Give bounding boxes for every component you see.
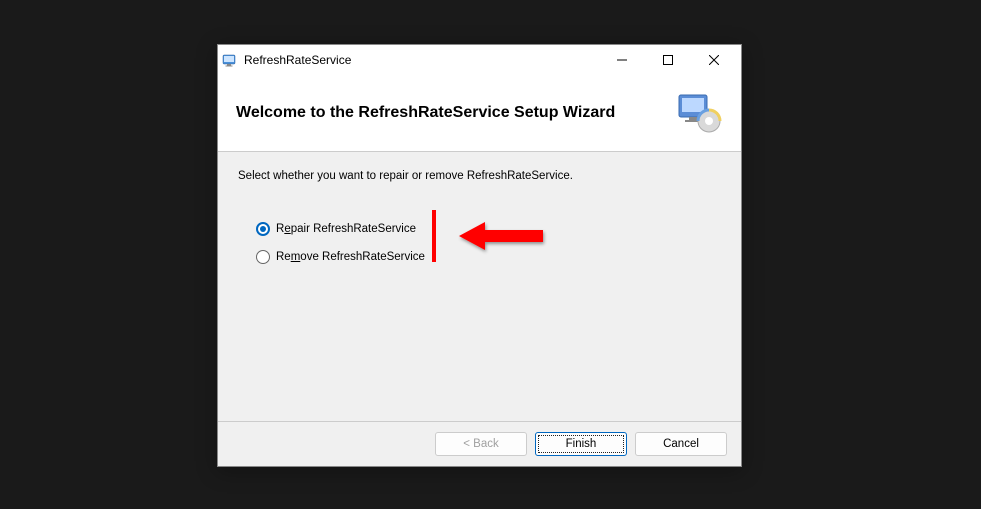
setup-wizard-dialog: RefreshRateService Welcome to the Refres… <box>217 44 742 467</box>
titlebar: RefreshRateService <box>218 45 741 75</box>
app-icon <box>222 52 238 68</box>
wizard-header: Welcome to the RefreshRateService Setup … <box>218 75 741 152</box>
radio-label-remove: Remove RefreshRateService <box>276 251 425 263</box>
wizard-footer: < Back Finish Cancel <box>218 421 741 466</box>
close-button[interactable] <box>691 45 737 75</box>
wizard-content: Select whether you want to repair or rem… <box>218 152 741 421</box>
options-group: Repair RefreshRateService Remove Refresh… <box>238 222 721 264</box>
radio-input-repair[interactable] <box>256 222 270 236</box>
wizard-title: Welcome to the RefreshRateService Setup … <box>236 104 615 122</box>
radio-label-repair: Repair RefreshRateService <box>276 223 416 235</box>
cancel-button[interactable]: Cancel <box>635 432 727 456</box>
window-controls <box>599 45 737 75</box>
minimize-button[interactable] <box>599 45 645 75</box>
maximize-button[interactable] <box>645 45 691 75</box>
annotation-bar <box>432 210 436 262</box>
radio-remove[interactable]: Remove RefreshRateService <box>256 250 721 264</box>
back-button: < Back <box>435 432 527 456</box>
finish-button[interactable]: Finish <box>535 432 627 456</box>
radio-input-remove[interactable] <box>256 250 270 264</box>
titlebar-title: RefreshRateService <box>244 53 599 67</box>
radio-repair[interactable]: Repair RefreshRateService <box>256 222 721 236</box>
instruction-text: Select whether you want to repair or rem… <box>238 170 721 182</box>
installer-icon <box>675 89 723 137</box>
